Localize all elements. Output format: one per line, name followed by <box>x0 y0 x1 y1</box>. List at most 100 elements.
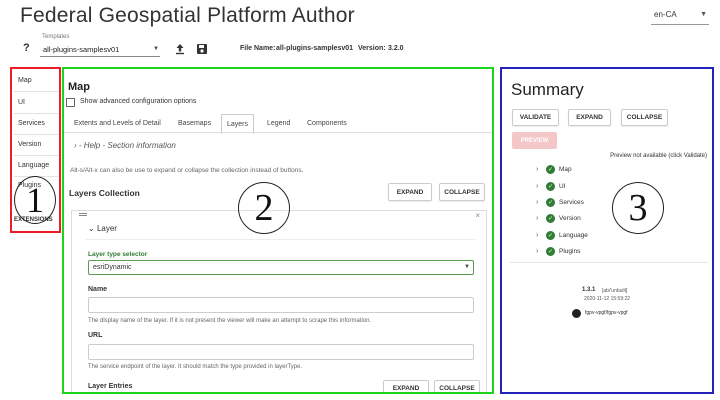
page-title: Map <box>68 81 90 93</box>
language-value: en-CA <box>654 10 677 19</box>
collapse-button[interactable]: COLLAPSE <box>439 183 485 201</box>
chevron-down-icon: ⌄ <box>88 224 95 233</box>
tabs-divider <box>64 132 492 133</box>
layer-entries-label: Layer Entries <box>88 383 133 390</box>
tab-basemaps[interactable]: Basemaps <box>178 120 211 127</box>
chevron-right-icon: › <box>536 199 539 206</box>
layer-header[interactable]: ⌄ Layer <box>88 224 117 233</box>
help-section-toggle[interactable]: › - Help - Section information <box>74 141 176 150</box>
nav-item-map[interactable]: Map <box>18 77 32 84</box>
file-name-label: File Name: <box>240 45 276 52</box>
map-config-panel: Map Show advanced configuration options … <box>62 67 494 394</box>
help-button[interactable]: ? <box>23 42 30 54</box>
url-description: The service endpoint of the layer. It sh… <box>88 364 303 370</box>
name-label: Name <box>88 286 108 293</box>
summary-expand-button[interactable]: EXPAND <box>568 109 611 126</box>
nav-divider <box>14 155 58 156</box>
advanced-options-label: Show advanced configuration options <box>80 98 197 105</box>
summary-tree-item[interactable]: › ✓ UI <box>536 182 566 191</box>
templates-label: Templates <box>42 34 70 40</box>
template-select[interactable]: all-plugins-samplesv01 ▼ <box>40 43 160 57</box>
check-circle-icon: ✓ <box>546 165 555 174</box>
nav-divider <box>14 134 58 135</box>
tab-components[interactable]: Components <box>307 120 347 127</box>
annotation-marker-1: 1 <box>14 176 56 224</box>
version-value: 3.2.0 <box>388 45 404 52</box>
summary-title: Summary <box>511 80 584 99</box>
chevron-right-icon: › <box>536 166 539 173</box>
layer-entries-expand-button[interactable]: EXPAND <box>383 380 429 392</box>
chevron-down-icon: ▼ <box>153 46 159 52</box>
layers-collection-title: Layers Collection <box>69 188 140 198</box>
preview-button[interactable]: PREVIEW <box>512 132 557 149</box>
summary-divider <box>510 262 708 263</box>
check-circle-icon: ✓ <box>546 247 555 256</box>
name-description: The display name of the layer. If it is … <box>88 318 372 324</box>
layer-entries-collapse-button[interactable]: COLLAPSE <box>434 380 480 392</box>
check-circle-icon: ✓ <box>546 231 555 240</box>
file-name-value: all-plugins-samplesv01 <box>276 45 354 52</box>
summary-tree-label: Language <box>559 232 588 239</box>
layer-type-select[interactable]: esriDynamic ▼ <box>88 260 474 275</box>
drag-handle-icon[interactable] <box>79 213 87 214</box>
tab-layers[interactable]: Layers <box>221 114 255 134</box>
save-icon[interactable] <box>196 43 208 55</box>
summary-tree-item[interactable]: › ✓ Map <box>536 165 572 174</box>
chevron-down-icon: ▼ <box>700 11 707 18</box>
version-label: Version: <box>358 45 386 52</box>
summary-panel: Summary VALIDATE EXPAND COLLAPSE PREVIEW… <box>500 67 714 394</box>
chevron-right-icon: › <box>74 141 77 150</box>
nav-item-version[interactable]: Version <box>18 141 41 148</box>
validate-button[interactable]: VALIDATE <box>512 109 559 126</box>
check-circle-icon: ✓ <box>546 214 555 223</box>
summary-collapse-button[interactable]: COLLAPSE <box>621 109 668 126</box>
close-icon[interactable]: × <box>475 211 480 220</box>
chevron-down-icon: ▼ <box>464 264 470 270</box>
chevron-right-icon: › <box>536 183 539 190</box>
expand-button[interactable]: EXPAND <box>388 183 432 201</box>
summary-tree-label: Services <box>559 199 584 206</box>
summary-tree-item[interactable]: › ✓ Language <box>536 231 588 240</box>
nav-divider <box>14 113 58 114</box>
preview-note: Preview not available (click Validate) <box>610 153 707 159</box>
nav-item-language[interactable]: Language <box>18 162 49 169</box>
github-icon <box>572 309 581 318</box>
annotation-marker-3: 3 <box>612 182 664 234</box>
keyboard-hint: Alt-s/Alt-x can also be use to expand or… <box>70 167 304 174</box>
check-circle-icon: ✓ <box>546 198 555 207</box>
check-circle-icon: ✓ <box>546 182 555 191</box>
nav-item-services[interactable]: Services <box>18 120 45 127</box>
url-label: URL <box>88 332 103 339</box>
chevron-right-icon: › <box>536 215 539 222</box>
viewer-version-tag: [ab/'unbuilt] <box>602 288 628 294</box>
layer-type-label: Layer type selector <box>88 251 148 258</box>
app-title: Federal Geospatial Platform Author <box>20 4 355 27</box>
viewer-version: 1.3.1 <box>582 287 596 293</box>
tab-legend[interactable]: Legend <box>267 120 290 127</box>
language-select[interactable]: en-CA ▼ <box>651 8 709 25</box>
layer-divider <box>86 239 476 240</box>
tab-extents[interactable]: Extents and Levels of Detail <box>74 120 161 127</box>
layer-card: × ⌄ Layer Layer type selector esriDynami… <box>71 210 487 392</box>
nav-divider <box>14 91 58 92</box>
upload-icon[interactable] <box>174 43 186 55</box>
template-value: all-plugins-samplesv01 <box>43 45 120 54</box>
layer-title: Layer <box>96 224 117 233</box>
summary-tree-label: Map <box>559 166 572 173</box>
layer-type-value: esriDynamic <box>93 264 132 271</box>
chevron-right-icon: › <box>536 232 539 239</box>
summary-tree-item[interactable]: › ✓ Plugins <box>536 247 580 256</box>
advanced-options-checkbox[interactable] <box>66 98 75 107</box>
name-field[interactable] <box>88 297 474 313</box>
summary-tree-label: UI <box>559 183 566 190</box>
summary-tree-label: Plugins <box>559 248 581 255</box>
url-field[interactable] <box>88 344 474 360</box>
annotation-marker-2: 2 <box>238 182 290 234</box>
summary-tree-item[interactable]: › ✓ Services <box>536 198 584 207</box>
summary-tree-item[interactable]: › ✓ Version <box>536 214 581 223</box>
help-section-label: - Help - Section information <box>78 141 176 150</box>
nav-item-ui[interactable]: UI <box>18 99 25 106</box>
repo-link[interactable]: fgpv-vpgf/fgpv-vpgf <box>585 310 628 316</box>
summary-tree-label: Version <box>559 215 581 222</box>
chevron-right-icon: › <box>536 248 539 255</box>
